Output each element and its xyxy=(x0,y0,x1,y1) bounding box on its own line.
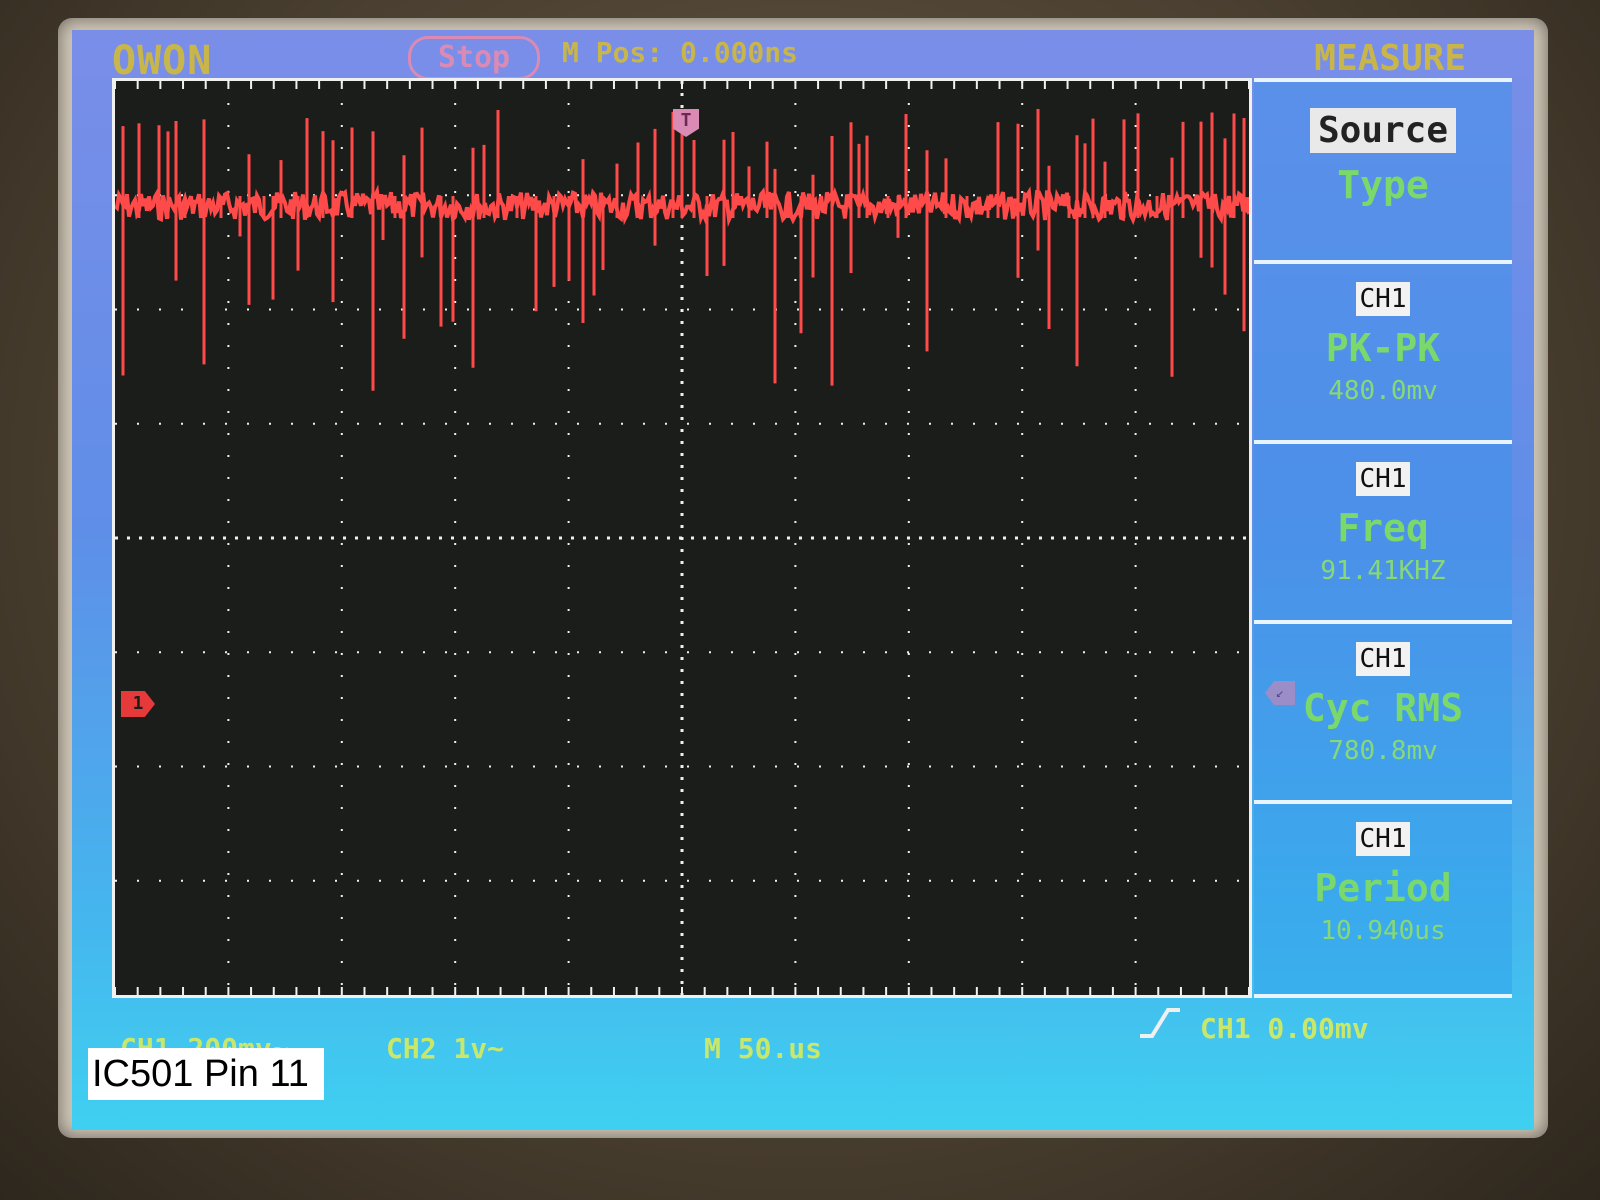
measure-channel: CH1 xyxy=(1355,462,1411,496)
waveform-svg xyxy=(115,81,1249,995)
measure-channel: CH1 xyxy=(1355,642,1411,676)
horizontal-position: M Pos: 0.000ns xyxy=(562,36,799,69)
menu-title: MEASURE xyxy=(1314,38,1466,79)
measure-name: Period xyxy=(1314,866,1452,910)
measure-slot-1[interactable]: CH1 PK-PK 480.0mv xyxy=(1254,260,1512,440)
photo-caption: IC501 Pin 11 xyxy=(88,1048,324,1100)
measure-value: 480.0mv xyxy=(1328,376,1438,406)
measure-name: Freq xyxy=(1337,506,1429,550)
measure-name: Cyc RMS xyxy=(1302,686,1464,730)
trigger-info: CH1 0.00mv xyxy=(1200,1012,1369,1045)
oscilloscope-screen: OWON Stop M Pos: 0.000ns MEASURE T 1 ↙ S… xyxy=(72,30,1534,1130)
measure-value: 10.940us xyxy=(1320,916,1446,946)
run-stop-status[interactable]: Stop xyxy=(408,36,540,80)
menu-source-type[interactable]: Source Type xyxy=(1254,78,1512,260)
measure-slot-3[interactable]: CH1 Cyc RMS 780.8mv xyxy=(1254,620,1512,800)
measure-channel: CH1 xyxy=(1355,282,1411,316)
measure-slot-4[interactable]: CH1 Period 10.940us xyxy=(1254,800,1512,998)
measure-slot-2[interactable]: CH1 Freq 91.41KHZ xyxy=(1254,440,1512,620)
ch2-scale: CH2 1v~ xyxy=(386,1032,505,1065)
measure-menu: Source Type CH1 PK-PK 480.0mv CH1 Freq 9… xyxy=(1254,78,1516,998)
type-option[interactable]: Type xyxy=(1254,163,1512,207)
rising-edge-icon xyxy=(1140,1008,1180,1038)
waveform-display[interactable]: T 1 ↙ xyxy=(112,78,1295,998)
measure-name: PK-PK xyxy=(1325,326,1441,370)
timebase: M 50.us xyxy=(704,1032,823,1065)
source-option[interactable]: Source xyxy=(1309,108,1457,153)
measure-value: 780.8mv xyxy=(1328,736,1438,766)
measure-value: 91.41KHZ xyxy=(1320,556,1446,586)
measure-channel: CH1 xyxy=(1355,822,1411,856)
